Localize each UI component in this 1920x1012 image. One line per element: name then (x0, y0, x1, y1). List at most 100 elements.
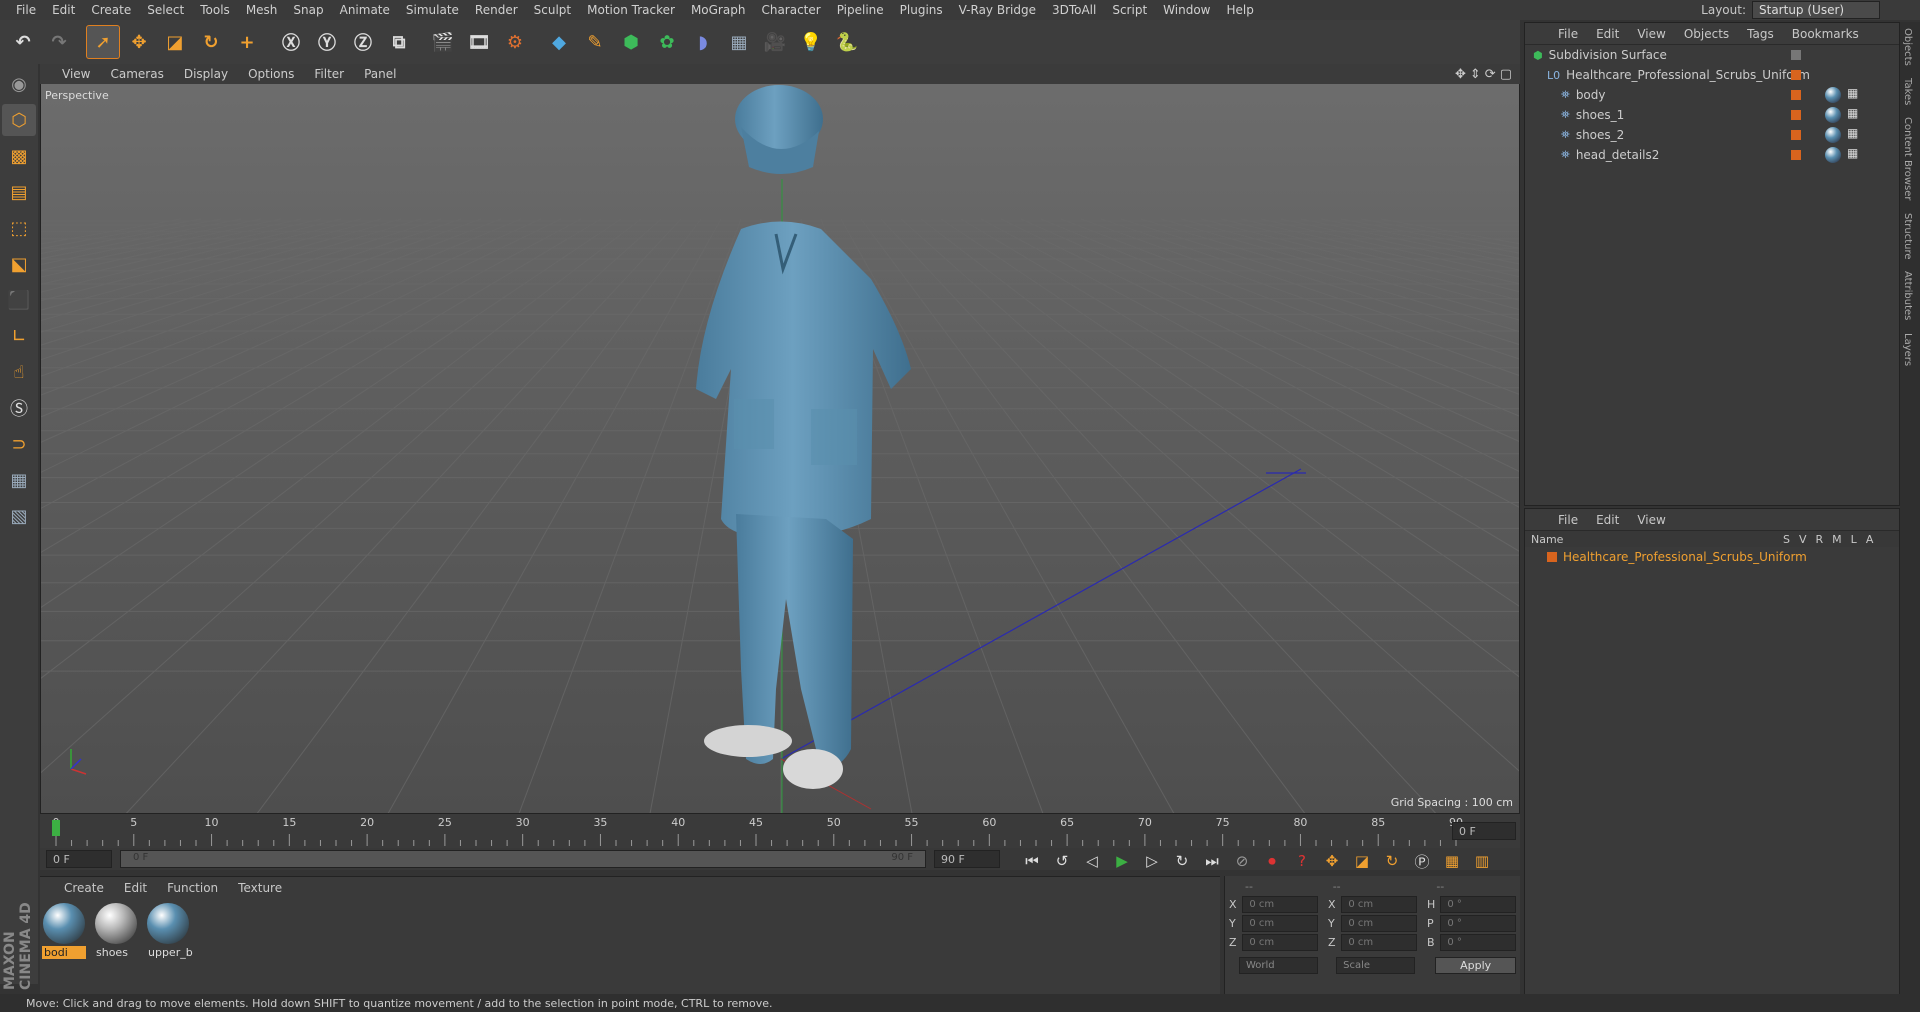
mograph-cloner-icon[interactable]: ✿ (650, 25, 684, 59)
object-row[interactable]: ⛯ shoes_2 ▦ (1525, 125, 1899, 145)
layer-menu-view[interactable]: View (1628, 513, 1674, 527)
play-icon[interactable]: ▶ (1110, 850, 1134, 872)
material-menu-function[interactable]: Function (157, 881, 228, 895)
key-scale-icon[interactable]: ◪ (1350, 850, 1374, 872)
menu-create[interactable]: Create (83, 3, 139, 17)
viewport-menu-cameras[interactable]: Cameras (100, 67, 173, 81)
cube-primitive-icon[interactable]: ◆ (542, 25, 576, 59)
scale-dropdown[interactable]: Scale (1336, 957, 1416, 974)
side-tab-takes[interactable]: Takes (1900, 72, 1915, 111)
goto-start-icon[interactable]: ⏮ (1020, 850, 1044, 872)
side-tab-layers[interactable]: Layers (1900, 327, 1915, 372)
make-editable-icon[interactable]: ◉ (2, 68, 36, 100)
camera-icon[interactable]: 🎥 (758, 25, 792, 59)
autokey-icon[interactable]: ⏺ (1260, 850, 1284, 872)
redo-icon[interactable]: ↷ (42, 25, 76, 59)
layer-row[interactable]: Healthcare_Professional_Scrubs_Uniform (1525, 547, 1899, 567)
menu-help[interactable]: Help (1218, 3, 1261, 17)
texture-mode-icon[interactable]: ▩ (2, 140, 36, 172)
timeline-ruler[interactable]: 051015202530354045505560657075808590 0 F (40, 814, 1520, 848)
object-row[interactable]: ⛯ body ▦ (1525, 85, 1899, 105)
dolly-icon[interactable]: ⇕ (1470, 67, 1481, 82)
pan-icon[interactable]: ✥ (1455, 67, 1466, 82)
y-axis-lock-icon[interactable]: Ⓨ (310, 25, 344, 59)
layer-menu-file[interactable]: File (1549, 513, 1587, 527)
coord-field[interactable]: 0 cm (1242, 915, 1318, 932)
light-icon[interactable]: 💡 (794, 25, 828, 59)
render-picture-viewer-icon[interactable]: 🎞 (462, 25, 496, 59)
keyframe-help-icon[interactable]: ? (1290, 850, 1314, 872)
key-rotation-icon[interactable]: ↻ (1380, 850, 1404, 872)
coord-field[interactable]: 0 cm (1341, 934, 1417, 951)
goto-end-icon[interactable]: ⏭ (1200, 850, 1224, 872)
deformer-icon[interactable]: ◗ (686, 25, 720, 59)
prev-key-icon[interactable]: ↺ (1050, 850, 1074, 872)
menu-v-ray-bridge[interactable]: V-Ray Bridge (951, 3, 1044, 17)
object-menu-edit[interactable]: Edit (1587, 27, 1628, 41)
viewport-menu-options[interactable]: Options (238, 67, 304, 81)
object-menu-objects[interactable]: Objects (1675, 27, 1738, 41)
timeline-window-icon[interactable]: ▥ (1470, 850, 1494, 872)
menu-select[interactable]: Select (139, 3, 192, 17)
menu-motion-tracker[interactable]: Motion Tracker (579, 3, 683, 17)
edges-mode-icon[interactable]: ⬕ (2, 248, 36, 280)
menu-pipeline[interactable]: Pipeline (829, 3, 892, 17)
transform-tool-icon[interactable]: + (230, 25, 264, 59)
perspective-viewport[interactable]: Perspective Grid Spacing: 100 cm (40, 68, 1520, 814)
menu-mesh[interactable]: Mesh (238, 3, 286, 17)
menu-mograph[interactable]: MoGraph (683, 3, 754, 17)
material-menu-texture[interactable]: Texture (228, 881, 292, 895)
menu-file[interactable]: File (8, 3, 44, 17)
layout-dropdown[interactable]: Startup (User) (1752, 1, 1880, 19)
viewport-menu-display[interactable]: Display (174, 67, 238, 81)
render-view-icon[interactable]: 🎬 (426, 25, 460, 59)
coord-field[interactable]: 0 ° (1440, 915, 1516, 932)
object-menu-view[interactable]: View (1628, 27, 1674, 41)
material-menu-edit[interactable]: Edit (114, 881, 157, 895)
polygons-mode-icon[interactable]: ⬛ (2, 284, 36, 316)
coord-field[interactable]: 0 ° (1440, 896, 1516, 913)
workplane-mode-icon[interactable]: ▤ (2, 176, 36, 208)
frame-range-slider[interactable]: 0 F 90 F (120, 850, 926, 868)
menu-snap[interactable]: Snap (285, 3, 331, 17)
object-row[interactable]: ⬢ Subdivision Surface (1525, 45, 1899, 65)
menu-tools[interactable]: Tools (192, 3, 238, 17)
key-pla-icon[interactable]: ▦ (1440, 850, 1464, 872)
material-menu-create[interactable]: Create (54, 881, 114, 895)
render-settings-icon[interactable]: ⚙ (498, 25, 532, 59)
side-tab-objects[interactable]: Objects (1900, 22, 1915, 72)
key-param-icon[interactable]: Ⓟ (1410, 850, 1434, 872)
pen-spline-icon[interactable]: ✎ (578, 25, 612, 59)
coord-field[interactable]: 0 cm (1341, 915, 1417, 932)
menu-script[interactable]: Script (1104, 3, 1155, 17)
object-row[interactable]: ⛯ head_details2 ▦ (1525, 145, 1899, 165)
coordinate-system-icon[interactable]: ⧉ (382, 25, 416, 59)
menu-plugins[interactable]: Plugins (892, 3, 951, 17)
record-key-icon[interactable]: ⊘ (1230, 850, 1254, 872)
object-menu-file[interactable]: File (1549, 27, 1587, 41)
viewport-menu-panel[interactable]: Panel (354, 67, 406, 81)
coord-field[interactable]: 0 cm (1242, 934, 1318, 951)
z-axis-lock-icon[interactable]: Ⓩ (346, 25, 380, 59)
key-position-icon[interactable]: ✥ (1320, 850, 1344, 872)
orbit-icon[interactable]: ⟳ (1485, 67, 1496, 82)
object-row[interactable]: ⛯ shoes_1 ▦ (1525, 105, 1899, 125)
points-mode-icon[interactable]: ⬚ (2, 212, 36, 244)
menu-3dtoall[interactable]: 3DToAll (1044, 3, 1104, 17)
model-mode-icon[interactable]: ⬡ (2, 104, 36, 136)
menu-simulate[interactable]: Simulate (398, 3, 467, 17)
python-icon[interactable]: 🐍 (830, 25, 864, 59)
end-frame-field[interactable]: 90 F (934, 850, 1000, 868)
apply-button[interactable]: Apply (1435, 957, 1517, 974)
viewport-menu-view[interactable]: View (52, 67, 100, 81)
next-frame-icon[interactable]: ▷ (1140, 850, 1164, 872)
coord-field[interactable]: 0 cm (1242, 896, 1318, 913)
viewport-menu-filter[interactable]: Filter (304, 67, 354, 81)
prev-frame-icon[interactable]: ◁ (1080, 850, 1104, 872)
axis-mode-icon[interactable]: ∟ (2, 320, 36, 352)
coord-field[interactable]: 0 cm (1341, 896, 1417, 913)
world-dropdown[interactable]: World (1239, 957, 1319, 974)
maximize-viewport-icon[interactable]: ▢ (1500, 67, 1512, 82)
menu-character[interactable]: Character (753, 3, 828, 17)
menu-animate[interactable]: Animate (332, 3, 398, 17)
